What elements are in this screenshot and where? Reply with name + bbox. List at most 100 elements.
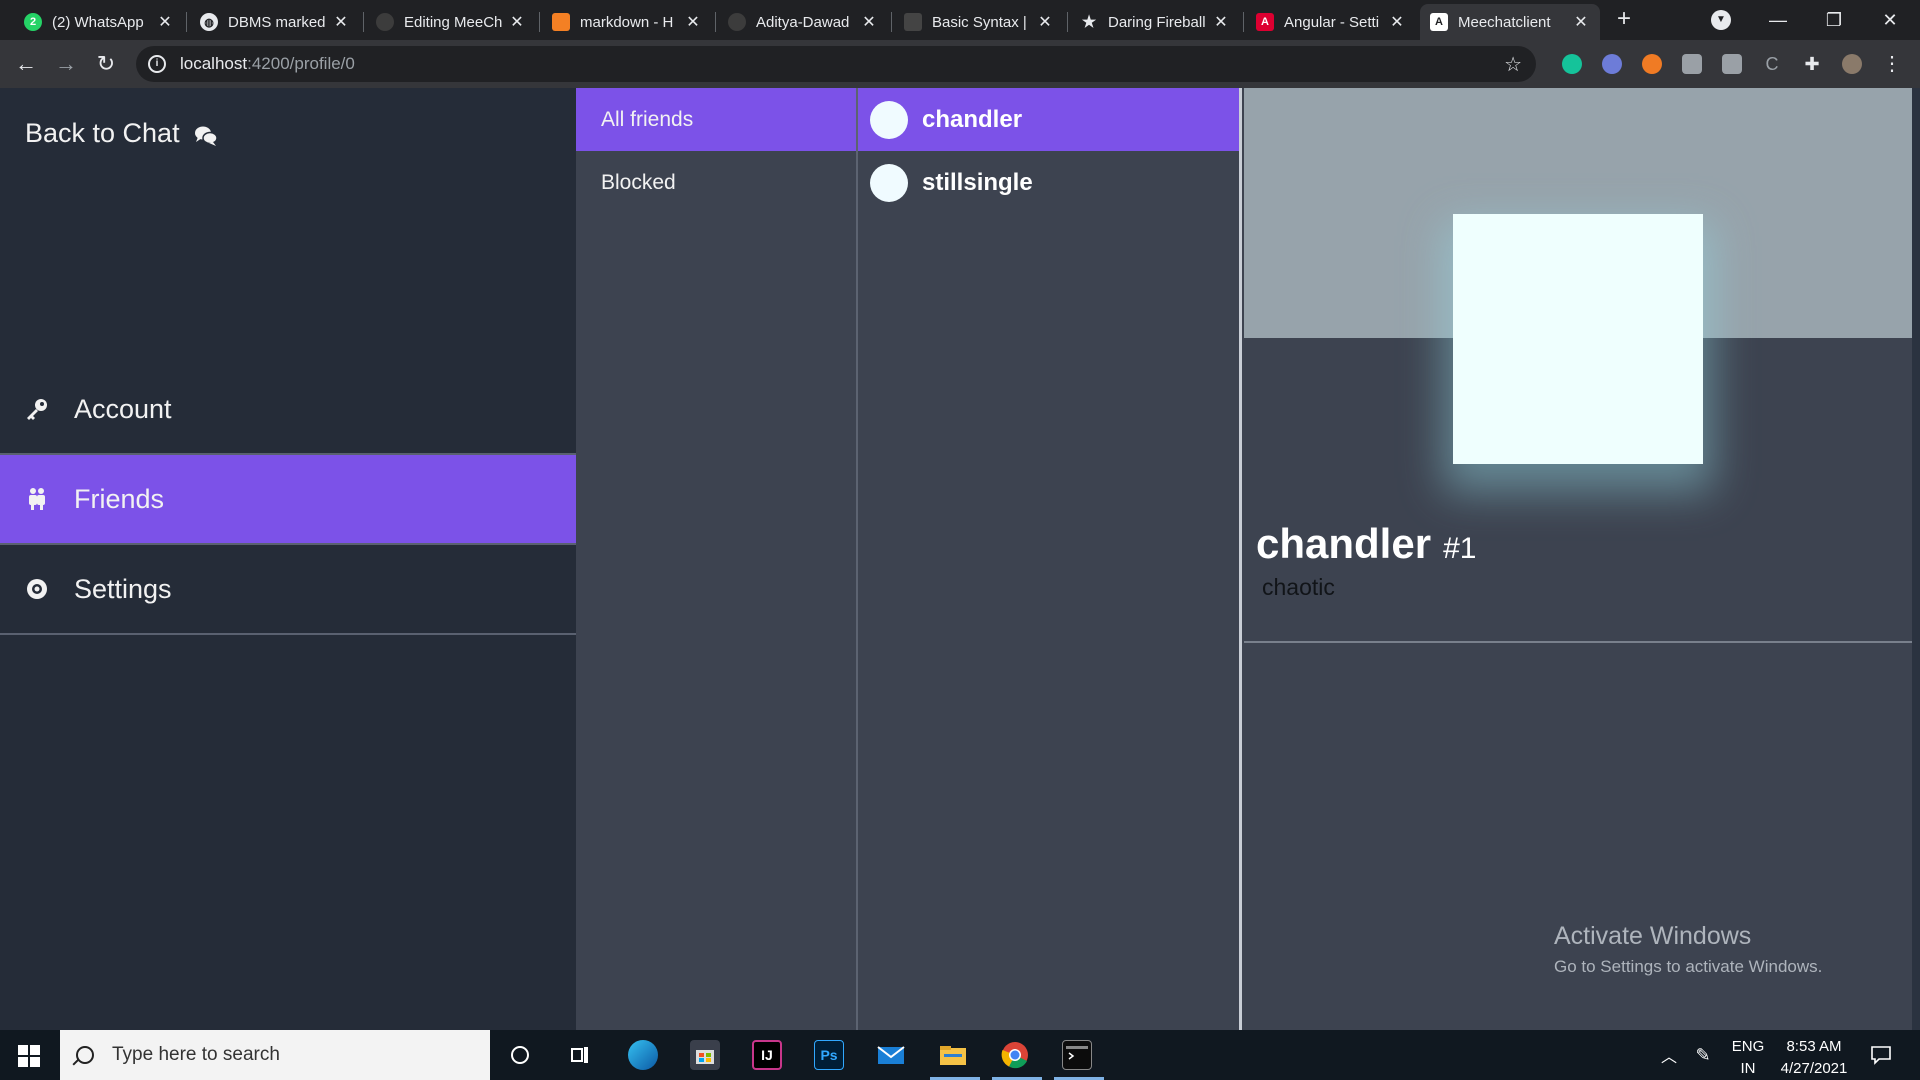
key-icon [24,396,50,422]
friend-name: chandler [922,105,1023,133]
tab-title: Meechatclient [1458,13,1551,31]
tab-editing-meechat[interactable]: Editing MeeCh ✕ [366,4,536,40]
close-tab-icon[interactable]: ✕ [1036,12,1054,32]
tab-title: Aditya-Dawad [756,13,850,31]
close-tab-icon[interactable]: ✕ [684,12,702,32]
close-tab-icon[interactable]: ✕ [1572,12,1590,32]
close-tab-icon[interactable]: ✕ [1388,12,1406,32]
profile-name: chandler [1256,520,1432,567]
sidebar-item-label: Settings [74,573,172,604]
tab-title: DBMS marked [228,13,326,31]
sidebar-item-settings[interactable]: Settings [0,545,576,635]
tab-basic-syntax[interactable]: Basic Syntax | ✕ [894,4,1064,40]
edge-browser-icon[interactable] [628,1040,658,1070]
extension-icon[interactable] [1642,54,1662,74]
tab-markdown[interactable]: markdown - H ✕ [542,4,712,40]
profile-tag: #1 [1443,532,1477,565]
divider [1244,641,1912,643]
tab-angular-settings[interactable]: A Angular - Setti ✕ [1246,4,1416,40]
close-tab-icon[interactable]: ✕ [332,12,350,32]
file-explorer-icon[interactable] [938,1040,968,1070]
markdown-guide-icon [904,13,922,31]
cortana-icon[interactable] [505,1040,535,1070]
grammarly-extension-icon[interactable] [1562,54,1582,74]
terminal-icon[interactable] [1062,1040,1092,1070]
chrome-icon[interactable] [1000,1040,1030,1070]
taskbar-search-box[interactable]: Type here to search [60,1030,490,1080]
tab-separator [891,12,892,32]
close-window-icon[interactable]: ✕ [1862,4,1918,36]
tab-separator [715,12,716,32]
sidebar-item-label: Account [74,393,172,424]
intellij-icon[interactable]: IJ [752,1040,782,1070]
clock-date: 4/27/2021 [1780,1060,1848,1077]
taskbar-clock[interactable]: 8:53 AM 4/27/2021 [1764,1036,1864,1080]
tab-search-icon[interactable]: ▼ [1711,10,1731,30]
filter-all-friends[interactable]: All friends [576,88,856,151]
pen-icon[interactable]: ✎ [1690,1030,1716,1080]
search-icon [76,1046,94,1064]
extension-icon[interactable] [1722,54,1742,74]
angular-icon: A [1430,13,1448,31]
notifications-icon[interactable] [1866,1030,1896,1080]
github-icon [376,13,394,31]
close-tab-icon[interactable]: ✕ [156,12,174,32]
restore-icon[interactable]: ❐ [1806,4,1862,36]
minimize-icon[interactable]: — [1750,4,1806,36]
close-tab-icon[interactable]: ✕ [1212,12,1230,32]
address-bar[interactable]: i localhost:4200/profile/0 ☆ [136,46,1536,82]
tab-meechatclient[interactable]: A Meechatclient ✕ [1420,4,1600,40]
tab-dbms[interactable]: ◍ DBMS marked ✕ [190,4,360,40]
back-arrow-icon[interactable]: ← [12,50,40,78]
sidebar-item-account[interactable]: Account [0,365,576,455]
browser-toolbar: ← → ↻ i localhost:4200/profile/0 ☆ C ✚ ⋮ [0,40,1920,88]
mail-icon[interactable] [876,1040,906,1070]
sidebar-item-label: Friends [74,483,165,514]
friends-list: chandler stillsingle [858,88,1242,1030]
new-tab-button[interactable]: + [1611,6,1637,32]
tab-title: markdown - H [580,13,674,31]
globe-icon: ◍ [200,13,218,31]
extension-icon[interactable]: C [1762,54,1782,74]
bookmark-star-icon[interactable]: ☆ [1504,52,1522,77]
region-code: IN [1740,1060,1756,1077]
search-placeholder: Type here to search [112,1044,280,1065]
forward-arrow-icon[interactable]: → [52,50,80,78]
avatar [870,100,908,139]
show-hidden-icons-icon[interactable]: ︿ [1656,1030,1682,1080]
browser-tab-strip: 2 (2) WhatsApp ✕ ◍ DBMS marked ✕ Editing… [0,0,1920,40]
tab-separator [1243,12,1244,32]
friend-filter-list: All friends Blocked [576,88,858,1030]
tab-whatsapp[interactable]: 2 (2) WhatsApp ✕ [14,4,184,40]
tab-aditya-dawad[interactable]: Aditya-Dawad ✕ [718,4,888,40]
tab-daring-fireball[interactable]: ★ Daring Fireball ✕ [1070,4,1240,40]
extensions-puzzle-icon[interactable]: ✚ [1802,54,1822,74]
extension-icon[interactable] [1602,54,1622,74]
site-info-icon[interactable]: i [148,55,166,73]
url-host: localhost [180,54,248,73]
windows-start-icon[interactable] [18,1045,40,1067]
reload-icon[interactable]: ↻ [92,50,120,78]
microsoft-store-icon[interactable] [690,1040,720,1070]
filter-blocked[interactable]: Blocked [576,151,856,214]
language-indicator[interactable]: ENG IN [1728,1036,1768,1080]
photoshop-icon[interactable]: Ps [814,1040,844,1070]
profile-avatar-icon[interactable] [1842,54,1862,74]
tab-title: Editing MeeCh [404,13,502,31]
language-code: ENG [1731,1038,1765,1055]
task-view-icon[interactable] [565,1040,595,1070]
list-item[interactable]: stillsingle [858,151,1239,214]
whatsapp-icon: 2 [24,13,42,31]
windows-taskbar: Type here to search IJ Ps ︿ ✎ ENG IN 8:5… [0,1030,1920,1080]
profile-name-row: chandler #1 [1256,520,1476,568]
browser-menu-icon[interactable]: ⋮ [1882,54,1902,74]
close-tab-icon[interactable]: ✕ [508,12,526,32]
back-to-chat-link[interactable]: Back to Chat [25,118,218,149]
tab-separator [363,12,364,32]
extension-icon[interactable] [1682,54,1702,74]
list-item[interactable]: chandler [858,88,1239,151]
sidebar-item-friends[interactable]: Friends [0,455,576,545]
close-tab-icon[interactable]: ✕ [860,12,878,32]
tab-title: Basic Syntax | [932,13,1027,31]
settings-sidebar: Back to Chat Account Friends Settings [0,88,576,1030]
